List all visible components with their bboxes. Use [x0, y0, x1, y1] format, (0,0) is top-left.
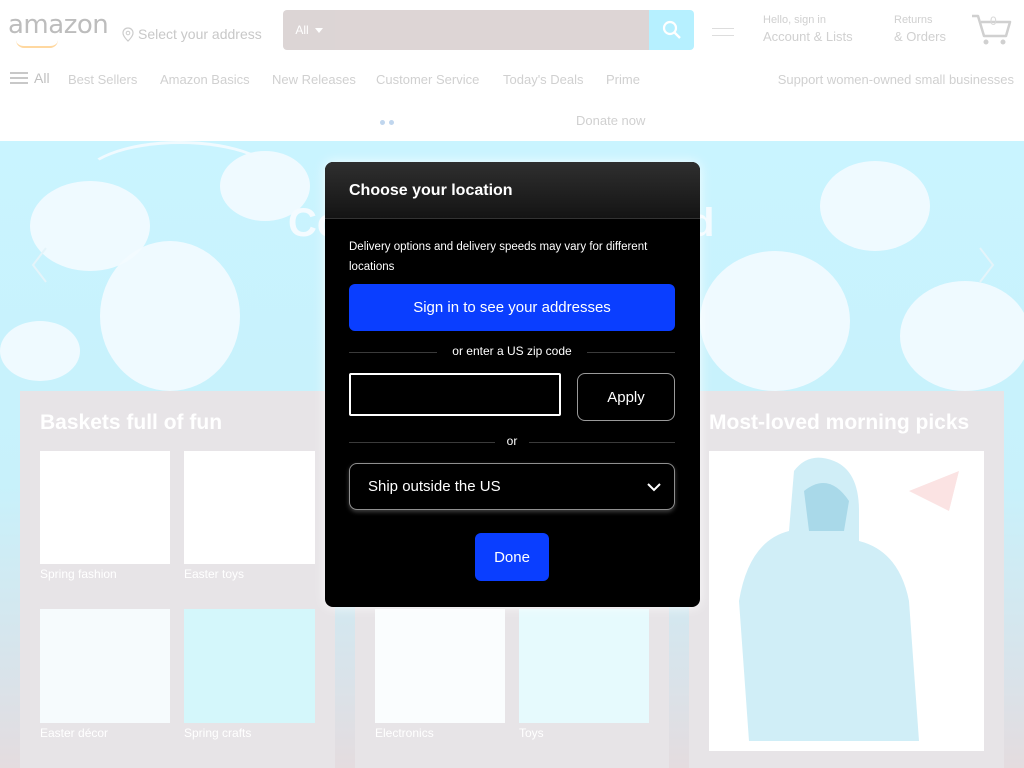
account-lists-label: Account & Lists — [763, 29, 853, 44]
tile-label[interactable]: Toys — [519, 726, 544, 740]
carousel-prev-button[interactable] — [30, 246, 48, 294]
nav-link-customer-service[interactable]: Customer Service — [376, 72, 479, 87]
tile-label[interactable]: Spring crafts — [184, 726, 251, 740]
zip-divider-label: or enter a US zip code — [452, 344, 572, 358]
or-divider-label: or — [506, 434, 518, 448]
nav-link-prime[interactable]: Prime — [606, 72, 640, 87]
nav-link-best-sellers[interactable]: Best Sellers — [68, 72, 137, 87]
logo-smile — [16, 40, 58, 48]
search-category-dropdown[interactable]: All — [283, 10, 335, 50]
divider-line — [587, 352, 675, 353]
hero-decoration — [100, 241, 240, 391]
search-icon — [662, 20, 681, 39]
zip-divider: or enter a US zip code — [349, 344, 675, 360]
hoodie-image — [739, 457, 959, 741]
ship-outside-us-dropdown[interactable]: Ship outside the US — [349, 463, 675, 510]
nav-link-amazon-basics[interactable]: Amazon Basics — [160, 72, 250, 87]
dialog-header: Choose your location — [325, 162, 700, 219]
tile-label[interactable]: Easter toys — [184, 567, 244, 581]
hero-decoration — [900, 281, 1024, 391]
donate-now-link[interactable]: Donate now — [576, 113, 645, 128]
tile-image[interactable] — [40, 609, 170, 723]
tile-image[interactable] — [184, 451, 315, 564]
address-label: Select your address — [138, 26, 262, 42]
morning-picks-image[interactable] — [709, 451, 984, 751]
search-bar: All — [283, 10, 694, 50]
banner-dot — [380, 120, 385, 125]
done-button[interactable]: Done — [475, 533, 549, 581]
nav-bar: All Best Sellers Amazon Basics New Relea… — [0, 66, 1024, 92]
chevron-right-icon — [979, 247, 995, 283]
top-header: amazon Select your address All Hello, si… — [0, 0, 1024, 60]
card-title: Baskets full of fun — [40, 411, 223, 434]
orders-label: & Orders — [894, 29, 947, 44]
banner-dots — [380, 120, 394, 125]
returns-orders-link[interactable]: Returns & Orders — [894, 14, 946, 44]
search-input[interactable] — [335, 10, 649, 50]
chevron-down-icon — [647, 483, 661, 492]
banner-dot — [389, 120, 394, 125]
nav-link-new-releases[interactable]: New Releases — [272, 72, 356, 87]
card-baskets: Baskets full of fun Spring fashion Easte… — [20, 391, 335, 768]
account-greeting: Hello, sign in — [763, 14, 826, 26]
choose-location-dialog: Choose your location Delivery options an… — [325, 162, 700, 607]
tile-image[interactable] — [519, 609, 649, 723]
tile-label[interactable]: Spring fashion — [40, 567, 117, 581]
sign-in-addresses-button[interactable]: Sign in to see your addresses — [349, 284, 675, 331]
caret-down-icon — [314, 27, 323, 33]
returns-label: Returns — [894, 14, 933, 26]
card-title: Most-loved morning picks — [709, 411, 970, 434]
tile-image[interactable] — [40, 451, 170, 564]
select-address-link[interactable]: Select your address — [122, 26, 262, 42]
all-menu-button[interactable]: All — [10, 70, 50, 86]
or-divider: or — [349, 434, 675, 450]
tile-image[interactable] — [375, 609, 505, 723]
hamburger-icon — [10, 72, 28, 84]
tile-image[interactable] — [184, 609, 315, 723]
search-category-label: All — [295, 23, 309, 37]
dialog-title: Choose your location — [349, 182, 513, 199]
card-morning-picks: Most-loved morning picks — [689, 391, 1004, 768]
donate-banner: Donate now — [0, 108, 1024, 138]
nav-promo-link[interactable]: Support women-owned small businesses — [778, 72, 1014, 87]
account-lists-menu[interactable]: Hello, sign in Account & Lists — [763, 14, 853, 44]
tile-label[interactable]: Easter décor — [40, 726, 108, 740]
chevron-left-icon — [31, 247, 47, 283]
carousel-next-button[interactable] — [978, 246, 996, 294]
ship-option-label: Ship outside the US — [368, 478, 501, 495]
zip-code-input[interactable] — [349, 373, 561, 416]
location-pin-icon — [122, 26, 134, 42]
hero-decoration — [700, 251, 850, 391]
tile-label[interactable]: Electronics — [375, 726, 434, 740]
search-button[interactable] — [649, 10, 694, 50]
hero-decoration — [0, 321, 80, 381]
apply-button[interactable]: Apply — [577, 373, 675, 421]
nav-link-todays-deals[interactable]: Today's Deals — [503, 72, 584, 87]
amazon-logo[interactable]: amazon — [8, 10, 109, 40]
divider-line — [529, 442, 675, 443]
cart-count: 0 — [990, 14, 997, 28]
dialog-description: Delivery options and delivery speeds may… — [349, 241, 648, 273]
language-flag-icon[interactable] — [712, 28, 734, 36]
all-menu-label: All — [34, 70, 50, 86]
hero-decoration — [820, 161, 930, 251]
hero-decoration — [80, 141, 280, 221]
